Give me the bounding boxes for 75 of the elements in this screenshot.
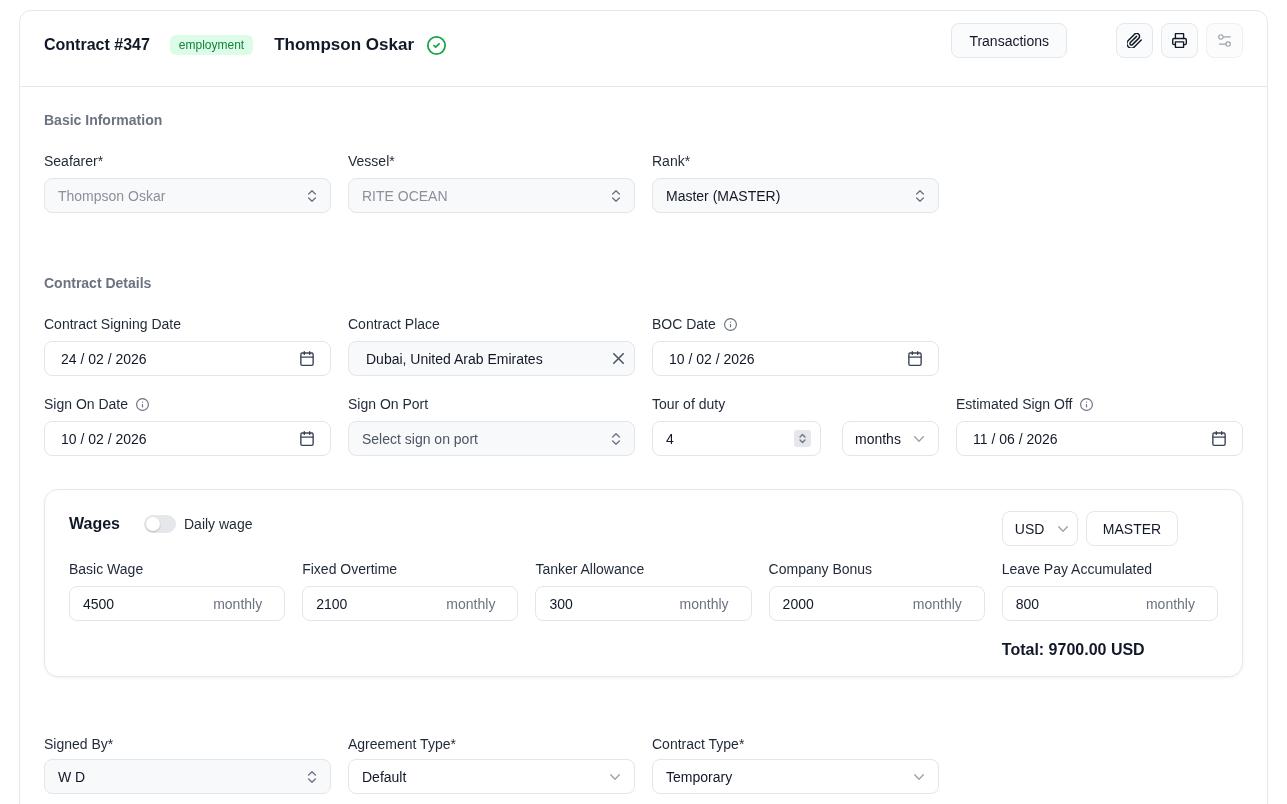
period-suffix: monthly: [213, 595, 263, 612]
wages-total: Total: 9700.00 USD: [1001, 640, 1146, 660]
contract-title: Contract #347: [44, 36, 150, 54]
select-field[interactable]: Select sign on port: [348, 421, 635, 456]
chevron-down-icon: [914, 773, 924, 780]
chevron-down-icon: [914, 435, 924, 442]
clear-icon[interactable]: [613, 353, 624, 364]
field-label: Signed By*: [44, 736, 114, 752]
date-field[interactable]: 11 / 06 / 2026: [956, 421, 1243, 456]
field-label: Basic Wage: [69, 561, 144, 577]
period-suffix: monthly: [446, 595, 496, 612]
field-label: Tour of duty: [652, 396, 726, 412]
field-label: Leave Pay Accumulated: [1001, 561, 1152, 577]
select-field[interactable]: Default: [348, 759, 635, 794]
print-button[interactable]: [1161, 23, 1198, 58]
seafarer-name: Thompson Oskar: [274, 35, 414, 55]
field-label: Rank*: [652, 153, 691, 169]
field-label: Fixed Overtime: [302, 561, 398, 577]
info-icon[interactable]: [723, 317, 737, 331]
info-icon[interactable]: [1080, 397, 1094, 411]
unit-select[interactable]: months: [842, 421, 939, 456]
currency-select[interactable]: USD: [1001, 511, 1078, 546]
calendar-icon[interactable]: [300, 431, 314, 446]
select-field[interactable]: Temporary: [652, 759, 939, 794]
field-label: Contract Signing Date: [44, 316, 181, 332]
calendar-icon[interactable]: [1212, 431, 1226, 446]
select-field[interactable]: W D: [44, 759, 331, 794]
calendar-icon[interactable]: [908, 351, 922, 366]
section-title: Contract Details: [44, 274, 153, 293]
number-field[interactable]: 4: [652, 421, 821, 456]
field-label: Company Bonus: [768, 561, 873, 577]
field-label: Contract Type*: [652, 736, 745, 752]
wage-field[interactable]: 2000 monthly: [768, 586, 985, 621]
wage-field[interactable]: 300 monthly: [535, 586, 752, 621]
date-field[interactable]: 24 / 02 / 2026: [44, 341, 331, 376]
chevron-down-icon: [1058, 525, 1069, 532]
field-label: Sign On Port: [348, 396, 429, 412]
field-label: Agreement Type*: [348, 736, 456, 752]
wage-field[interactable]: 2100 monthly: [302, 586, 519, 621]
toggle-switch[interactable]: [144, 515, 176, 533]
chevron-down-icon: [610, 773, 620, 780]
printer-icon: [1172, 33, 1187, 48]
attach-button[interactable]: [1116, 23, 1153, 58]
period-suffix: monthly: [679, 595, 729, 612]
chevrons-up-down-icon: [612, 432, 620, 445]
rank-button[interactable]: MASTER: [1085, 511, 1179, 546]
period-suffix: monthly: [1145, 595, 1195, 612]
chevrons-up-down-icon: [308, 770, 316, 783]
spinner-icon[interactable]: [794, 430, 811, 447]
chevrons-up-down-icon: [308, 189, 316, 202]
chevrons-up-down-icon: [612, 189, 620, 202]
section-title: Basic Information: [44, 111, 164, 130]
wage-field[interactable]: 4500 monthly: [69, 586, 286, 621]
select-field[interactable]: Master (MASTER): [652, 178, 939, 213]
field-label: Estimated Sign Off: [956, 396, 1073, 412]
type-badge: employment: [169, 35, 254, 55]
info-icon[interactable]: [136, 397, 150, 411]
sliders-icon: [1218, 34, 1231, 47]
field-label: Seafarer*: [44, 153, 104, 169]
place-field[interactable]: Dubai, United Arab Emirates: [348, 341, 635, 376]
period-suffix: monthly: [912, 595, 962, 612]
calendar-icon[interactable]: [300, 351, 314, 366]
field-label: Tanker Allowance: [535, 561, 645, 577]
wage-field[interactable]: 800 monthly: [1001, 586, 1218, 621]
wages-title: Wages: [69, 515, 120, 533]
field-label: BOC Date: [652, 316, 716, 332]
date-field[interactable]: 10 / 02 / 2026: [652, 341, 939, 376]
toggle-label: Daily wage: [184, 516, 253, 532]
chevrons-up-down-icon: [916, 189, 924, 202]
field-label: Sign On Date: [44, 396, 129, 412]
field-label: Contract Place: [348, 316, 440, 332]
paperclip-icon: [1127, 33, 1142, 48]
transactions-button[interactable]: Transactions: [951, 23, 1067, 58]
field-label: Vessel*: [348, 153, 395, 169]
date-field[interactable]: 10 / 02 / 2026: [44, 421, 331, 456]
